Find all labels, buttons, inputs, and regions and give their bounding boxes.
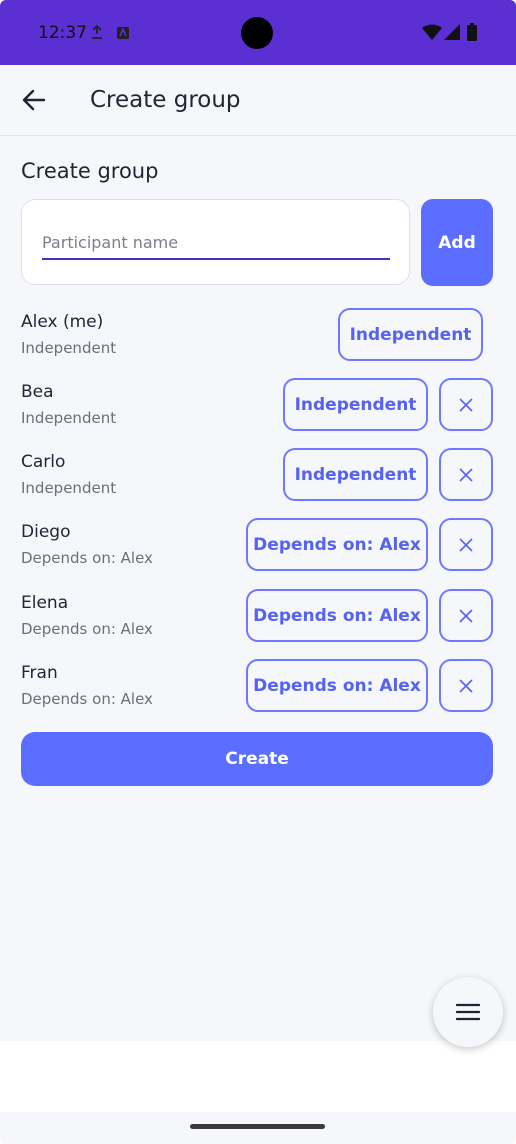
dependency-button[interactable]: Independent (338, 308, 483, 361)
notification-icon (116, 25, 130, 45)
wifi-icon (422, 24, 442, 44)
participant-row: Diego Depends on: Alex Depends on: Alex (0, 518, 516, 578)
participant-row: Fran Depends on: Alex Depends on: Alex (0, 659, 516, 719)
participant-row: Carlo Independent Independent (0, 448, 516, 508)
back-button[interactable] (20, 85, 50, 115)
remove-participant-button[interactable] (439, 448, 493, 501)
arrow-back-icon (22, 89, 46, 111)
participant-name-input[interactable] (42, 226, 390, 260)
location-icon (90, 24, 104, 45)
create-group-button[interactable]: Create (21, 732, 493, 786)
participant-status: Independent (21, 409, 117, 427)
top-app-bar: Create group (0, 65, 516, 136)
home-indicator[interactable] (190, 1124, 325, 1129)
participant-name: Fran (21, 663, 58, 683)
close-icon (459, 397, 473, 412)
dependency-button[interactable]: Independent (283, 378, 428, 431)
remove-participant-button[interactable] (439, 659, 493, 712)
remove-participant-button[interactable] (439, 518, 493, 571)
participant-input-card (21, 199, 410, 285)
app-bar-title: Create group (90, 87, 241, 113)
menu-icon (456, 1003, 480, 1021)
participant-status: Independent (21, 479, 117, 497)
participant-name: Bea (21, 382, 54, 402)
main-content: Create group Add Alex (me) Independent I… (0, 136, 516, 1041)
section-title: Create group (21, 159, 159, 183)
participant-status: Depends on: Alex (21, 690, 153, 708)
participant-name: Carlo (21, 452, 66, 472)
participant-row: Bea Independent Independent (0, 378, 516, 438)
add-participant-button[interactable]: Add (421, 199, 493, 286)
close-icon (459, 537, 473, 552)
participant-name: Elena (21, 593, 69, 613)
close-icon (459, 678, 473, 693)
remove-participant-button[interactable] (439, 378, 493, 431)
camera-cutout (241, 17, 273, 49)
dependency-button[interactable]: Depends on: Alex (246, 659, 428, 712)
participant-name: Alex (me) (21, 312, 104, 332)
close-icon (459, 467, 473, 482)
signal-icon (444, 24, 460, 44)
participant-status: Independent (21, 339, 117, 357)
participant-row: Alex (me) Independent Independent (0, 308, 516, 368)
participant-name: Diego (21, 522, 71, 542)
status-time: 12:37 (38, 23, 87, 43)
participant-status: Depends on: Alex (21, 620, 153, 638)
app-frame: 12:37 Create group Create group A (0, 0, 516, 1144)
close-icon (459, 608, 473, 623)
dependency-button[interactable]: Depends on: Alex (246, 518, 428, 571)
participant-row: Elena Depends on: Alex Depends on: Alex (0, 589, 516, 649)
status-bar: 12:37 (0, 0, 516, 65)
participant-status: Depends on: Alex (21, 549, 153, 567)
menu-fab[interactable] (433, 977, 503, 1047)
dependency-button[interactable]: Independent (283, 448, 428, 501)
battery-icon (467, 23, 477, 45)
remove-participant-button[interactable] (439, 589, 493, 642)
dependency-button[interactable]: Depends on: Alex (246, 589, 428, 642)
